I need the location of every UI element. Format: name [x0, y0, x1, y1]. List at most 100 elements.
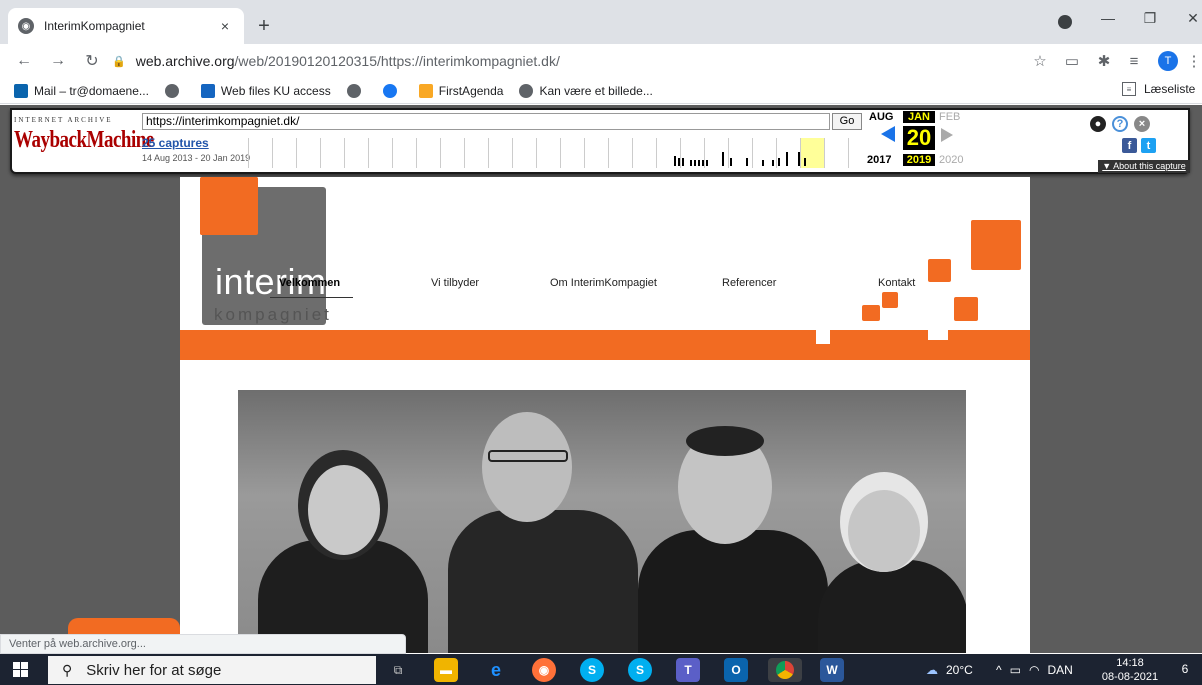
notification-icon[interactable]: 6	[1176, 660, 1194, 678]
wayback-logo[interactable]: WaybackMachine	[14, 127, 154, 155]
new-tab-button[interactable]: +	[252, 14, 276, 38]
teams-icon[interactable]: T	[676, 658, 700, 682]
nav-referencer[interactable]: Referencer	[722, 277, 776, 289]
sparkline-year-cell[interactable]	[608, 138, 609, 168]
battery-icon[interactable]: ▭	[1010, 663, 1021, 677]
tray-chevron-icon[interactable]: ^	[996, 663, 1002, 677]
bookmark-item[interactable]: Mail – tr@domaene...	[14, 83, 149, 98]
sparkline-year-cell[interactable]	[632, 138, 633, 168]
media-control-icon[interactable]: ≡	[1122, 49, 1146, 73]
year-next: 2020	[939, 154, 964, 166]
about-capture-link[interactable]: ▼ About this capture	[1098, 160, 1190, 173]
tab-close-icon[interactable]: ×	[216, 17, 234, 35]
firefox-icon[interactable]: ◉	[532, 658, 556, 682]
reading-list-button[interactable]: ≡ Læseliste	[1122, 82, 1195, 96]
sparkline-year-cell[interactable]	[776, 138, 777, 168]
sparkline-year-cell[interactable]	[560, 138, 561, 168]
sparkline-year-cell[interactable]	[536, 138, 537, 168]
window-close-icon[interactable]: ✕	[1178, 10, 1202, 27]
twitter-icon[interactable]: t	[1141, 138, 1156, 153]
wifi-icon[interactable]: ◠	[1029, 663, 1039, 677]
nav-vi-tilbyder[interactable]: Vi tilbyder	[431, 277, 479, 289]
minimize-icon[interactable]: —	[1093, 10, 1123, 26]
user-icon[interactable]: ●	[1090, 116, 1106, 132]
clock[interactable]: 14:18 08-08-2021	[1098, 656, 1162, 684]
bookmark-star-icon[interactable]: ☆	[1028, 49, 1052, 73]
close-wayback-icon[interactable]: ×	[1134, 116, 1150, 132]
weather-widget[interactable]: ☁ 20°C	[926, 654, 973, 685]
outlook-icon[interactable]: O	[724, 658, 748, 682]
menu-icon[interactable]: ⋮	[1182, 49, 1202, 73]
forward-icon[interactable]: →	[44, 47, 72, 75]
doc-extension-icon[interactable]: ▭	[1060, 49, 1084, 73]
bookmark-item[interactable]	[346, 83, 367, 98]
reload-icon[interactable]: ↻	[78, 47, 106, 75]
nav-velkommen[interactable]: Velkommen	[279, 277, 340, 289]
sparkline-year-cell[interactable]	[704, 138, 705, 168]
skype-business-icon[interactable]: S	[628, 658, 652, 682]
sparkline-year-cell[interactable]	[752, 138, 753, 168]
sparkline-year-cell[interactable]	[320, 138, 321, 168]
sparkline-year-cell[interactable]	[344, 138, 345, 168]
extensions-icon[interactable]: ✱	[1092, 49, 1116, 73]
reading-list-label: Læseliste	[1144, 82, 1196, 96]
file-explorer-icon[interactable]: ▬	[434, 658, 458, 682]
chrome-icon[interactable]	[768, 658, 802, 682]
bookmark-item[interactable]	[382, 83, 403, 98]
wayback-go-button[interactable]: Go	[832, 113, 862, 130]
facebook-icon[interactable]: f	[1122, 138, 1137, 153]
sparkline-year-cell[interactable]	[512, 138, 513, 168]
captures-link[interactable]: 25 captures	[142, 136, 209, 150]
capture-bar	[746, 158, 748, 166]
address-bar[interactable]: 🔒 web.archive.org/web/20190120120315/htt…	[112, 47, 1052, 75]
word-icon[interactable]: W	[820, 658, 844, 682]
bookmark-item[interactable]: Web files KU access	[200, 83, 331, 98]
skype-icon[interactable]: S	[580, 658, 604, 682]
sparkline-year-cell[interactable]	[248, 138, 249, 168]
sparkline-year-cell[interactable]	[440, 138, 441, 168]
capture-day: 20	[903, 126, 935, 150]
sparkline-year-cell[interactable]	[416, 138, 417, 168]
year-prev[interactable]: 2017	[867, 154, 891, 166]
sparkline-year-cell[interactable]	[848, 138, 849, 168]
tab-strip: ◉ InterimKompagniet × + — ❐ ✕	[0, 0, 1202, 44]
prev-capture-icon[interactable]	[881, 126, 895, 142]
sparkline-year-cell[interactable]	[296, 138, 297, 168]
wayback-icons: ● ? ×	[1090, 116, 1150, 132]
capture-bar	[690, 160, 692, 166]
avatar[interactable]: T	[1158, 51, 1178, 71]
capture-sparkline[interactable]	[248, 138, 860, 168]
sparkline-year-cell[interactable]	[656, 138, 657, 168]
sparkline-year-cell[interactable]	[584, 138, 585, 168]
bookmark-item[interactable]	[164, 83, 185, 98]
nav-om-interimkompagiet[interactable]: Om InterimKompagiet	[550, 277, 657, 289]
sparkline-year-cell[interactable]	[392, 138, 393, 168]
deco-square-small	[862, 305, 880, 321]
sparkline-year-cell[interactable]	[368, 138, 369, 168]
sparkline-year-cell[interactable]	[464, 138, 465, 168]
sparkline-year-cell[interactable]	[272, 138, 273, 168]
sparkline-year-cell[interactable]	[824, 138, 825, 168]
windows-start-icon[interactable]	[0, 654, 40, 685]
help-icon[interactable]: ?	[1112, 116, 1128, 132]
bookmark-item[interactable]: FirstAgenda	[418, 83, 503, 98]
browser-tab[interactable]: ◉ InterimKompagniet ×	[8, 8, 244, 44]
sparkline-year-cell[interactable]	[800, 138, 801, 168]
sparkline-year-cell[interactable]	[680, 138, 681, 168]
bookmark-item[interactable]: Kan være et billede...	[519, 83, 653, 98]
month-prev[interactable]: AUG	[869, 111, 893, 123]
task-view-icon[interactable]: ⧉	[386, 658, 410, 682]
social-icons: f t	[1122, 138, 1156, 153]
logo-word-secondary[interactable]: kompagniet	[214, 305, 332, 325]
wayback-url-input[interactable]: https://interimkompagniet.dk/	[142, 113, 830, 130]
nav-kontakt[interactable]: Kontakt	[878, 277, 915, 289]
profile-indicator-icon[interactable]	[1058, 15, 1072, 29]
language-indicator[interactable]: DAN	[1047, 663, 1072, 677]
restore-icon[interactable]: ❐	[1135, 10, 1165, 27]
sparkline-year-cell[interactable]	[488, 138, 489, 168]
back-icon[interactable]: ←	[10, 47, 38, 75]
taskbar-search[interactable]: ⚲ Skriv her for at søge	[48, 656, 376, 684]
capture-bar	[682, 158, 684, 166]
edge-icon[interactable]: e	[484, 658, 508, 682]
sparkline-year-cell[interactable]	[728, 138, 729, 168]
